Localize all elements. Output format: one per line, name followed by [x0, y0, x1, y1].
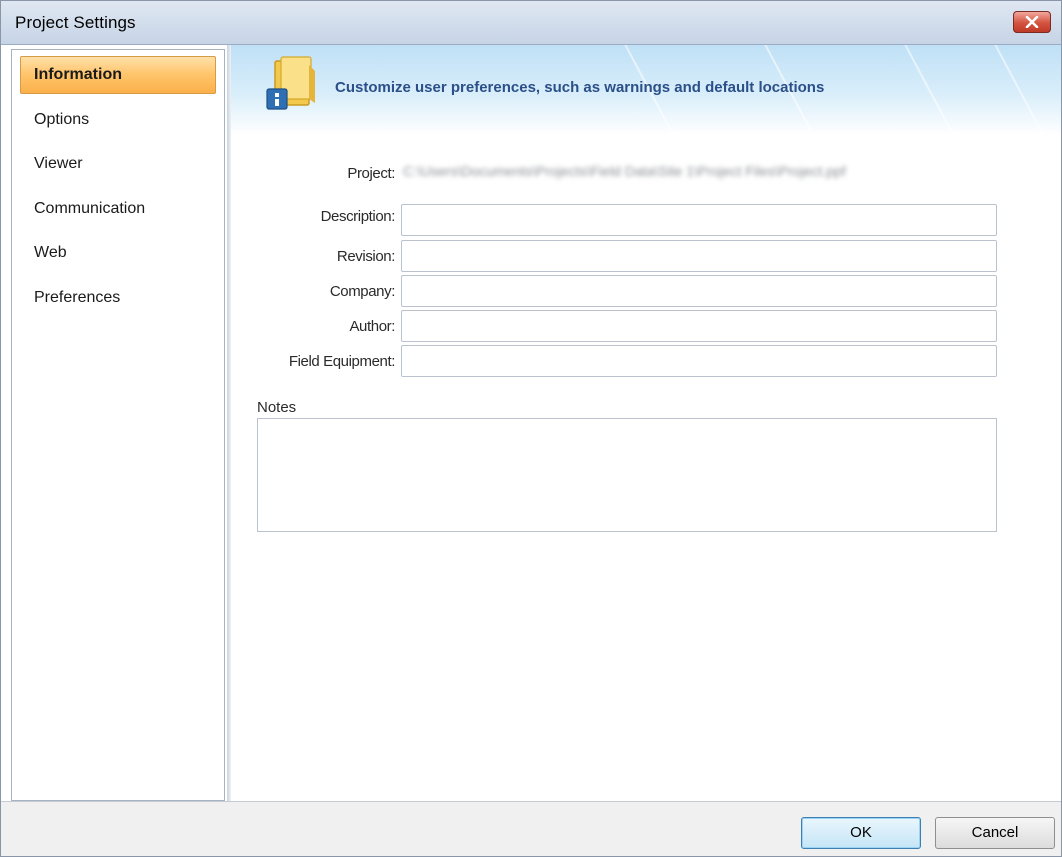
folder-info-icon [263, 55, 321, 115]
sidebar-item-label: Viewer [34, 155, 83, 172]
title-bar[interactable]: Project Settings [1, 1, 1061, 45]
sidebar-item-communication[interactable]: Communication [20, 190, 216, 228]
sidebar-item-label: Options [34, 111, 90, 128]
field-equipment-field[interactable] [401, 345, 997, 377]
revision-label: Revision: [336, 248, 395, 265]
project-settings-dialog: Project Settings Information Options Vie… [0, 0, 1062, 857]
company-label: Company: [329, 283, 396, 300]
description-field[interactable] [401, 204, 997, 236]
field-equipment-label: Field Equipment: [288, 353, 396, 370]
sidebar-item-label: Web [34, 244, 67, 261]
notes-label: Notes [257, 399, 297, 416]
page-description: Customize user preferences, such as warn… [335, 79, 825, 96]
company-field[interactable] [401, 275, 997, 307]
sidebar-item-label: Preferences [34, 289, 121, 306]
sidebar-item-information[interactable]: Information [20, 56, 216, 94]
banner-decoration [898, 45, 966, 135]
dialog-button-bar: OK Cancel [1, 801, 1061, 856]
description-label: Description: [320, 208, 396, 225]
sidebar-item-options[interactable]: Options [20, 101, 216, 139]
information-panel: Customize user preferences, such as warn… [231, 45, 1061, 802]
close-button[interactable] [1013, 11, 1051, 33]
sidebar-item-preferences[interactable]: Preferences [20, 279, 216, 317]
notes-textarea[interactable] [257, 418, 997, 532]
window-title: Project Settings [15, 13, 136, 32]
sidebar-item-web[interactable]: Web [20, 234, 216, 272]
sidebar-item-viewer[interactable]: Viewer [20, 145, 216, 183]
project-label: Project: [347, 165, 395, 182]
sidebar-item-label: Communication [34, 200, 146, 217]
page-header-banner: Customize user preferences, such as warn… [231, 45, 1061, 135]
sidebar-item-label: Information [34, 66, 122, 83]
ok-button[interactable]: OK [801, 817, 921, 849]
author-label: Author: [349, 318, 395, 335]
cancel-button[interactable]: Cancel [935, 817, 1055, 849]
banner-decoration [988, 45, 1056, 135]
author-field[interactable] [401, 310, 997, 342]
project-path-value: C:\Users\Documents\Projects\Field Data\S… [403, 163, 846, 179]
revision-field[interactable] [401, 240, 997, 272]
settings-navigation: Information Options Viewer Communication… [11, 49, 225, 801]
close-icon [1025, 16, 1039, 28]
